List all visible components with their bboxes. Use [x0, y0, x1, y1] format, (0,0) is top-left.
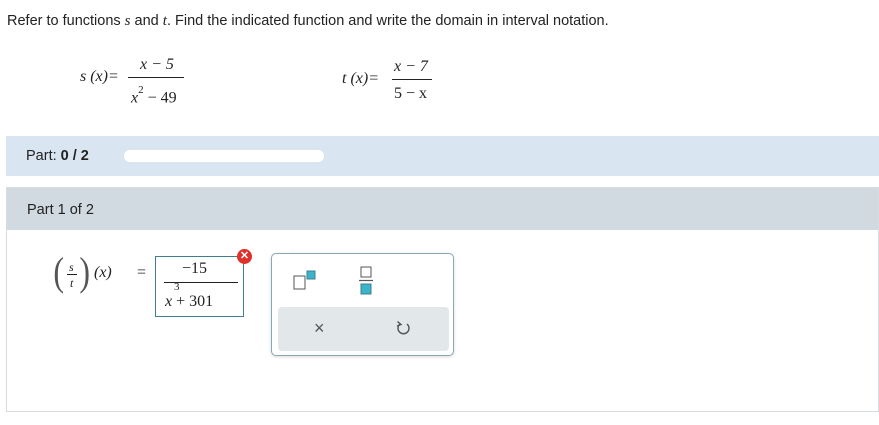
instructions-text: Refer to functions — [7, 13, 125, 29]
equals-sign: = — [137, 264, 147, 281]
part-label-text: Part: — [26, 148, 57, 164]
function-s-definition: s (x)= x − 5 x2 − 49 — [80, 54, 190, 106]
instructions-text: . Find the indicated function and write … — [166, 13, 609, 29]
function-t-lhs: t (x)= — [342, 70, 379, 87]
fraction-tool-button[interactable] — [358, 266, 374, 296]
quotient-denominator: t — [70, 276, 74, 290]
left-paren: ( — [53, 249, 64, 294]
function-t-denominator: 5 − x — [394, 85, 428, 102]
function-s-lhs: s (x)= — [80, 68, 119, 85]
clear-button[interactable]: × — [314, 318, 325, 338]
math-palette: × — [271, 253, 454, 356]
fraction-icon — [359, 266, 373, 295]
answer-input[interactable]: −15 x3 + 301 — [155, 256, 244, 317]
answer-den-exp: 3 — [174, 281, 180, 293]
function-t-fraction-bar — [392, 79, 432, 80]
function-t-definition: t (x)= x − 7 5 − x — [342, 58, 442, 106]
instructions: Refer to functions s and t. Find the ind… — [7, 13, 609, 30]
answer-denominator: x3 + 301 — [165, 281, 214, 311]
function-s-fraction-bar — [128, 77, 184, 78]
undo-icon — [396, 320, 410, 335]
function-s-den-exp: 2 — [138, 84, 144, 96]
part-panel: Part 1 of 2 ( s t ) (x) = −15 x3 + 301 ✕ — [6, 187, 879, 412]
exponent-tool-button[interactable] — [292, 270, 318, 292]
exponent-icon — [293, 270, 316, 290]
part-count: 0 / 2 — [60, 148, 89, 164]
quotient-expression: ( s t ) (x) = — [52, 252, 152, 302]
undo-button[interactable] — [396, 319, 412, 342]
function-t-numerator: x − 7 — [394, 58, 428, 75]
quotient-numerator: s — [69, 260, 74, 274]
quotient-bar — [67, 274, 77, 275]
part-header-label: Part 1 of 2 — [27, 202, 94, 218]
part-progress-bar: Part: 0 / 2 — [6, 136, 879, 176]
function-s-den-rest: − 49 — [143, 89, 177, 107]
incorrect-icon: ✕ — [237, 249, 252, 264]
function-s-numerator: x − 5 — [140, 56, 174, 73]
progress-track — [124, 150, 324, 162]
instructions-text: and — [130, 13, 163, 29]
function-s-denominator: x2 − 49 — [131, 84, 177, 107]
right-paren: ) — [79, 249, 90, 294]
part-header: Part 1 of 2 — [7, 188, 878, 230]
answer-den-rest: + 301 — [172, 293, 214, 310]
quotient-argument: (x) — [94, 264, 112, 281]
part-progress-label: Part: 0 / 2 — [26, 148, 89, 164]
answer-numerator: −15 — [182, 260, 208, 277]
palette-actions: × — [278, 307, 449, 351]
